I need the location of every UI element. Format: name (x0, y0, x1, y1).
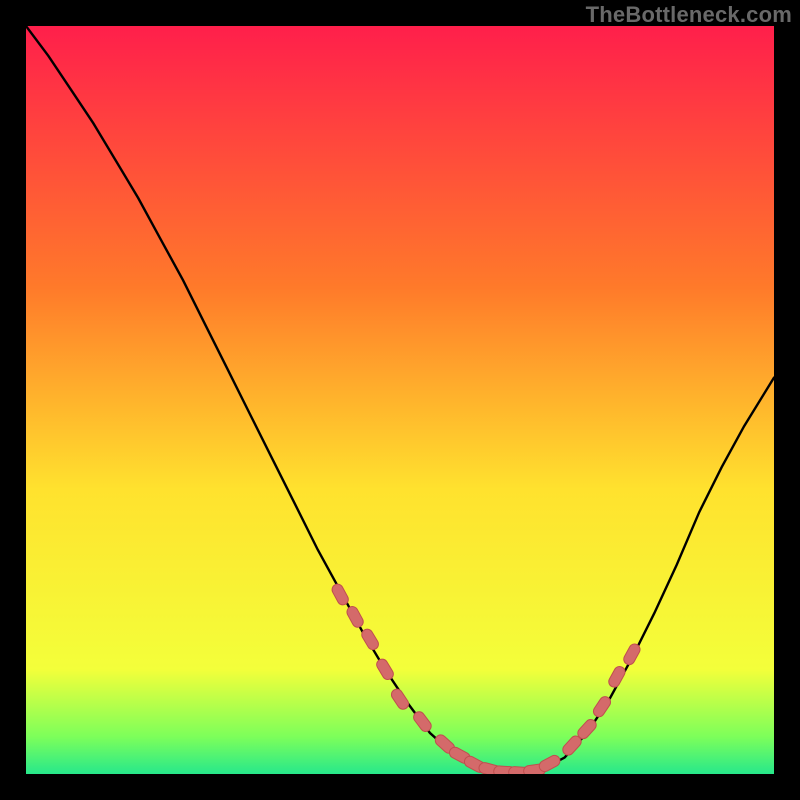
bottleneck-chart (26, 26, 774, 774)
watermark-text: TheBottleneck.com (586, 2, 792, 28)
gradient-background (26, 26, 774, 774)
chart-frame (26, 26, 774, 774)
